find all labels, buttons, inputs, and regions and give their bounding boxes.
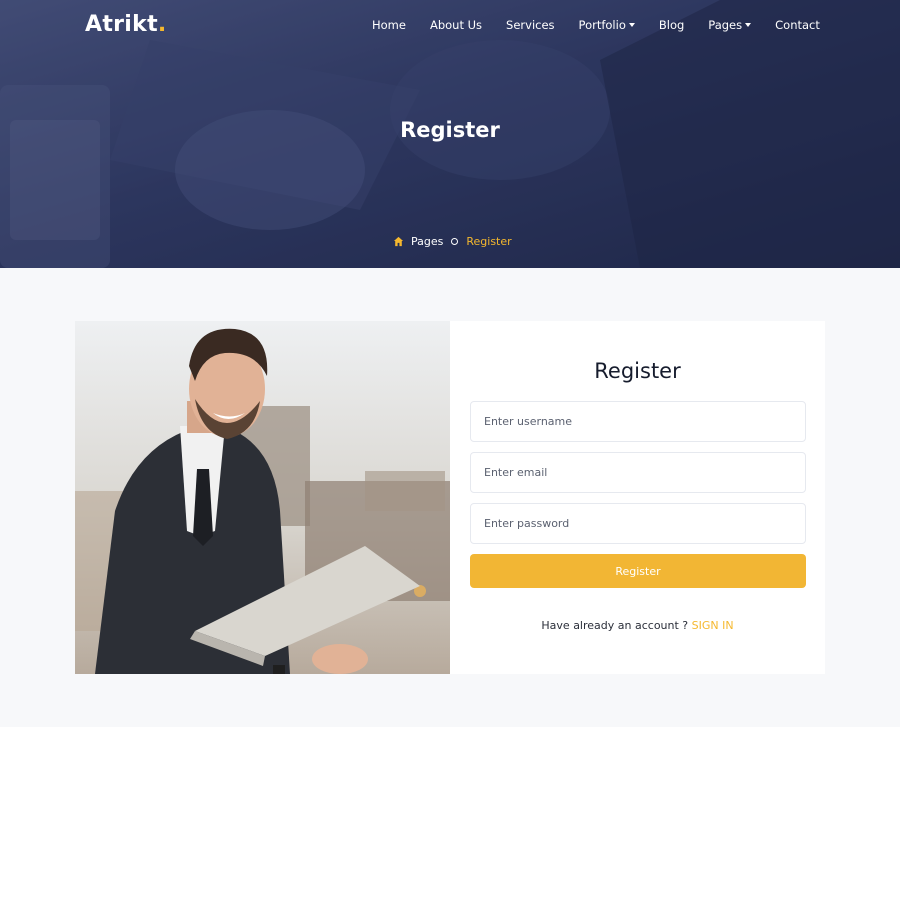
register-card: Register Register Have already an accoun… <box>450 321 825 674</box>
nav-label: About Us <box>429 18 483 32</box>
nav-item-home[interactable]: Home <box>372 18 406 32</box>
nav-label: Portfolio <box>578 18 626 32</box>
brand-dot: . <box>157 12 167 37</box>
home-icon[interactable] <box>393 236 404 247</box>
nav-item-about-us[interactable]: About Us <box>430 18 482 32</box>
nav-label: Pages <box>708 18 743 32</box>
nav-item-blog[interactable]: Blog <box>659 18 684 32</box>
page-title: Register <box>400 118 500 142</box>
main-nav: Home About Us Services Portfolio Blog Pa… <box>372 18 820 32</box>
email-input[interactable] <box>470 452 806 493</box>
breadcrumb-pages[interactable]: Pages <box>411 235 443 248</box>
nav-label: Home <box>372 18 406 32</box>
signin-prompt: Have already an account ? <box>541 619 689 632</box>
username-input[interactable] <box>470 401 806 442</box>
nav-label: Blog <box>658 18 685 32</box>
brand-logo[interactable]: Atrikt. <box>85 12 167 37</box>
signin-prompt-line: Have already an account ? SIGN IN <box>450 619 825 632</box>
brand-name: Atrikt <box>85 12 158 37</box>
signin-link[interactable]: SIGN IN <box>692 619 734 632</box>
breadcrumb-separator-icon <box>451 238 459 245</box>
businessman-with-laptop-image <box>75 321 450 674</box>
register-photo <box>75 321 450 674</box>
nav-item-pages[interactable]: Pages <box>708 18 752 32</box>
nav-item-contact[interactable]: Contact <box>775 18 820 32</box>
chevron-down-icon <box>745 23 752 27</box>
breadcrumb-current: Register <box>466 235 512 248</box>
breadcrumb: Pages Register <box>393 235 512 248</box>
nav-item-services[interactable]: Services <box>506 18 555 32</box>
password-input[interactable] <box>470 503 806 544</box>
register-button[interactable]: Register <box>470 554 806 588</box>
hero-banner: Atrikt. Home About Us Services Portfolio… <box>0 0 900 268</box>
nav-label: Services <box>506 18 555 32</box>
register-section: Register Register Have already an accoun… <box>0 268 900 727</box>
form-title: Register <box>594 359 681 383</box>
chevron-down-icon <box>628 23 635 27</box>
nav-item-portfolio[interactable]: Portfolio <box>579 18 635 32</box>
nav-label: Contact <box>775 18 820 32</box>
